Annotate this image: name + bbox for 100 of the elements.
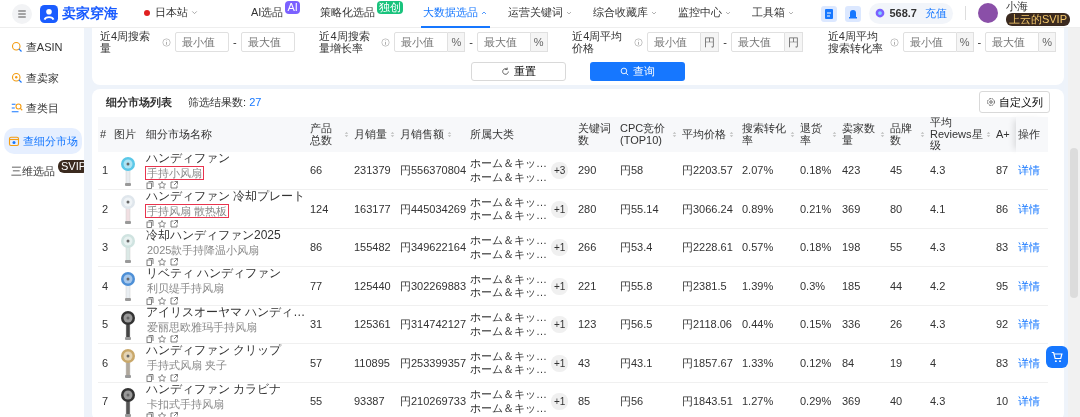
notification-button[interactable]	[845, 4, 862, 23]
copy-icon[interactable]	[146, 258, 154, 266]
share-icon[interactable]	[170, 258, 178, 266]
seller-count: 185	[842, 279, 861, 292]
more-count-badge[interactable]: +1	[551, 354, 569, 372]
input-field[interactable]: 最大值	[240, 32, 295, 53]
category-text: ホーム＆キッ…	[470, 324, 547, 338]
nav-tab[interactable]: 运营关键词	[505, 0, 575, 28]
copy-icon[interactable]	[146, 373, 154, 382]
copy-icon[interactable]	[146, 181, 154, 189]
nav-tab[interactable]: 工具箱	[749, 0, 797, 28]
star-icon[interactable]	[158, 296, 166, 305]
share-icon[interactable]	[170, 373, 178, 382]
sidebar-item[interactable]: 查细分市场	[4, 127, 82, 154]
details-link[interactable]: 详情	[1018, 202, 1040, 215]
result-count: 筛选结果数: 27	[188, 94, 262, 110]
star-icon[interactable]	[158, 258, 166, 266]
average-rating: 4.3	[930, 164, 946, 177]
list-title: 细分市场列表	[106, 94, 172, 110]
column-header: 月销售额	[400, 128, 444, 141]
category-text: ホーム＆キッ…	[470, 311, 547, 325]
logo-text: 卖家穿海	[62, 4, 118, 23]
column-header: 搜索转化率	[742, 122, 787, 147]
seller-count: 198	[842, 241, 861, 254]
range-separator: -	[469, 34, 473, 50]
seller-count: 423	[842, 164, 861, 177]
conversion-rate: 0.44%	[742, 318, 774, 331]
input-field[interactable]: 最小值	[647, 32, 702, 53]
star-icon[interactable]	[158, 373, 166, 382]
nav-tab[interactable]: 综合收藏库	[590, 0, 660, 28]
more-count-badge[interactable]: +3	[551, 162, 569, 180]
star-icon[interactable]	[158, 219, 166, 228]
customize-columns-button[interactable]: 自定义列	[979, 90, 1050, 114]
column-header: 操作	[1018, 128, 1040, 141]
menu-button[interactable]	[12, 3, 32, 24]
unit-label: %	[448, 32, 466, 53]
cpc-bid: 円56	[620, 395, 644, 408]
notes-button[interactable]	[821, 4, 838, 23]
monthly-revenue: 円253399357	[400, 356, 467, 369]
more-count-badge[interactable]: +1	[551, 277, 569, 295]
vip-badge: 上云的SVIP	[1005, 12, 1070, 26]
details-link[interactable]: 详情	[1018, 395, 1040, 408]
share-icon[interactable]	[170, 219, 178, 228]
monthly-revenue: 円349622164	[400, 241, 467, 254]
search-button[interactable]: 查询	[590, 62, 685, 82]
logo-icon	[40, 4, 58, 23]
category-text: ホーム＆キッ…	[470, 349, 547, 364]
nav-tab[interactable]: 监控中心	[675, 0, 734, 28]
keyword-count: 123	[578, 318, 597, 331]
cart-button[interactable]	[1046, 346, 1068, 368]
column-header: #	[100, 128, 107, 141]
more-count-badge[interactable]: +1	[551, 316, 569, 334]
average-price: 円2118.06	[682, 318, 732, 331]
input-field[interactable]: 最小值	[902, 32, 957, 53]
column-header: CPC竞价(TOP10)	[620, 122, 667, 147]
input-field[interactable]: 最小值	[394, 32, 449, 53]
share-icon[interactable]	[170, 296, 178, 305]
more-count-badge[interactable]: +1	[551, 200, 569, 218]
details-link[interactable]: 详情	[1018, 356, 1040, 369]
copy-icon[interactable]	[146, 219, 154, 228]
info-icon	[634, 37, 644, 47]
site-selector[interactable]: 日本站	[142, 0, 201, 28]
average-rating: 4.3	[930, 395, 946, 408]
category-text: ホーム＆キッ…	[470, 209, 547, 223]
average-rating: 4.1	[930, 202, 946, 215]
nav-tab[interactable]: 策略化选品 独创	[317, 0, 405, 28]
list-search-icon	[10, 102, 23, 115]
copy-icon[interactable]	[146, 296, 154, 305]
more-count-badge[interactable]: +1	[551, 239, 569, 257]
return-rate: 0.3%	[800, 279, 826, 292]
input-field[interactable]: 最大值	[985, 32, 1040, 53]
brand-count: 55	[890, 241, 903, 254]
row-index: 2	[101, 202, 109, 215]
aplus-value: 95	[996, 279, 1009, 292]
star-icon[interactable]	[158, 335, 166, 343]
star-icon[interactable]	[158, 181, 166, 189]
input-field[interactable]: 最大值	[731, 32, 785, 53]
monthly-revenue: 円210269733	[400, 395, 467, 408]
magnifier-icon	[10, 71, 23, 84]
recharge-link[interactable]: 充值	[924, 5, 947, 22]
seller-count: 84	[842, 356, 855, 369]
input-field[interactable]: 最大值	[476, 32, 531, 53]
keyword-count: 85	[578, 395, 591, 408]
range-separator: -	[233, 34, 237, 50]
avatar[interactable]	[977, 3, 998, 24]
reset-button[interactable]: 重置	[471, 62, 566, 82]
category-text: ホーム＆キッ…	[470, 170, 547, 184]
input-field[interactable]: 最小值	[175, 32, 229, 53]
details-link[interactable]: 详情	[1018, 279, 1040, 292]
keyword-count: 221	[578, 279, 597, 292]
sidebar-item[interactable]: 查卖家	[6, 64, 82, 91]
info-icon	[381, 37, 391, 47]
nav-tab[interactable]: AI选品 AI	[249, 0, 302, 28]
sidebar-item[interactable]: 查类目	[6, 95, 82, 122]
more-count-badge[interactable]: +1	[551, 393, 569, 411]
copy-icon[interactable]	[146, 335, 154, 343]
share-icon[interactable]	[170, 335, 178, 343]
share-icon[interactable]	[170, 181, 178, 189]
category-text: ホーム＆キッ…	[470, 247, 547, 261]
sidebar-item[interactable]: 查ASIN	[6, 34, 82, 61]
